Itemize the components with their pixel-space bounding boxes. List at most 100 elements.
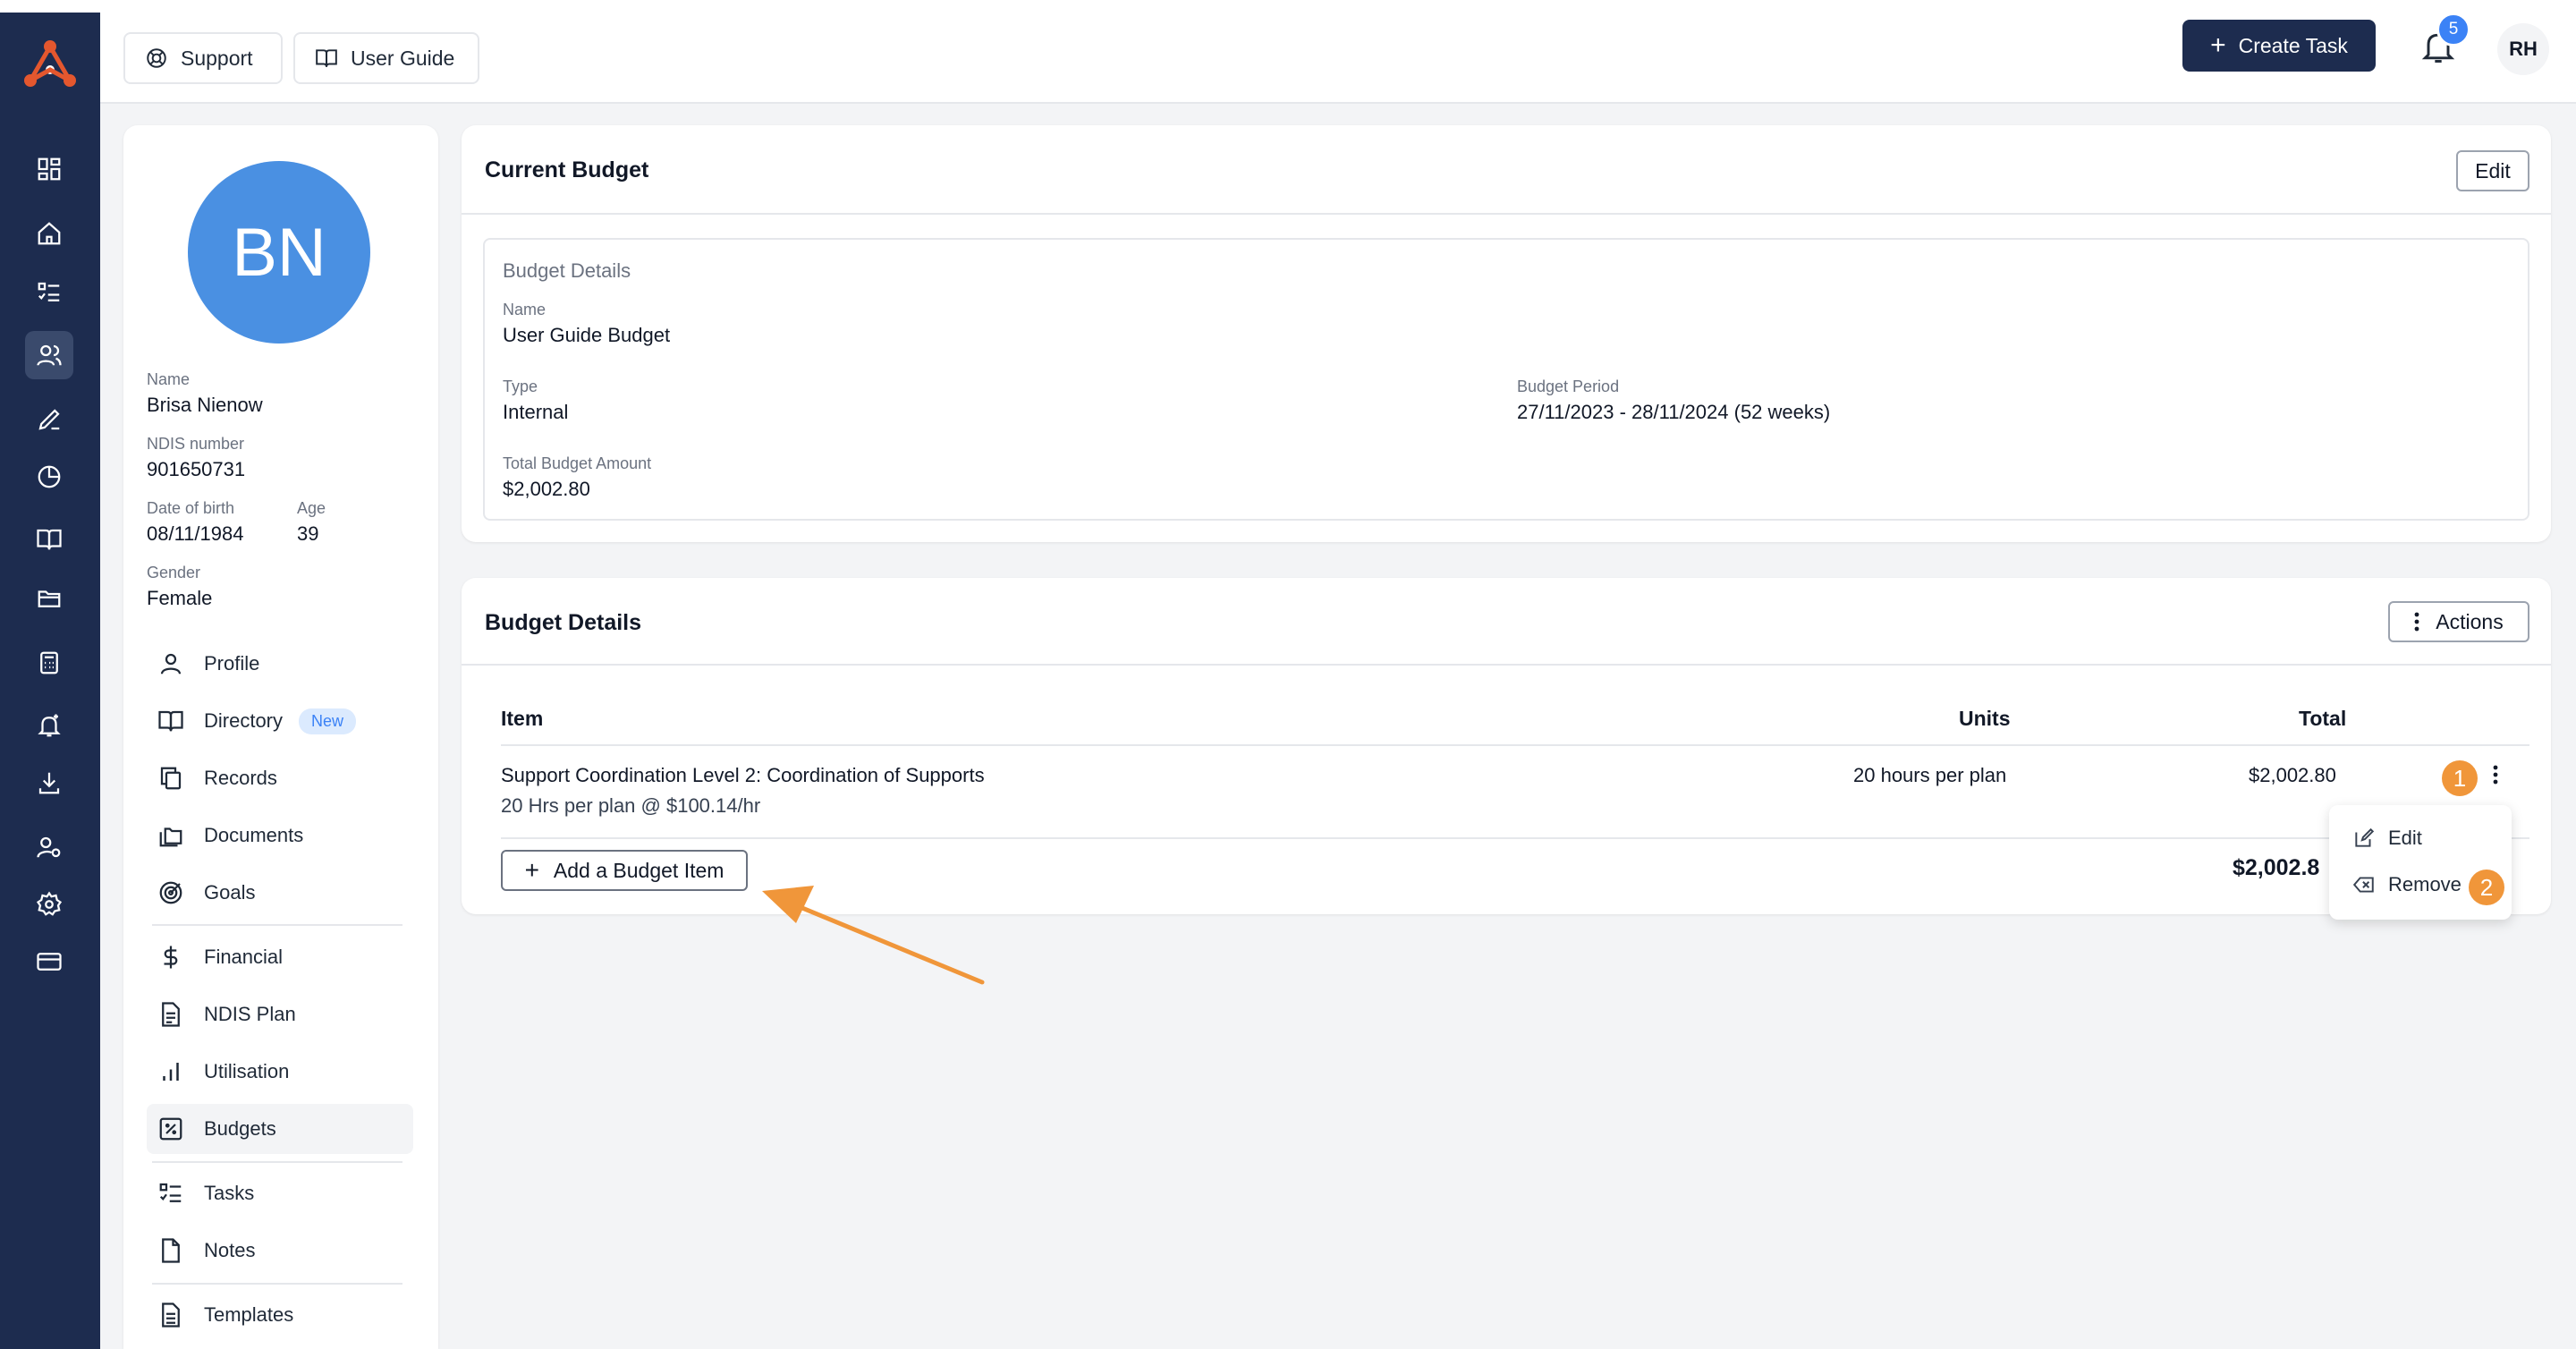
menu-financial[interactable]: Financial bbox=[147, 932, 413, 982]
home-icon bbox=[36, 220, 63, 247]
gender-label: Gender bbox=[147, 564, 201, 581]
participant-avatar: BN bbox=[188, 161, 370, 344]
menu-tasks[interactable]: Tasks bbox=[147, 1168, 413, 1218]
menu-records-label: Records bbox=[204, 767, 277, 789]
signature-icon bbox=[36, 406, 63, 433]
participant-card: BN Name Brisa Nienow NDIS number 9016507… bbox=[123, 125, 438, 1349]
row-menu-button[interactable] bbox=[2487, 764, 2504, 789]
budget-period-label: Budget Period bbox=[1517, 378, 1620, 395]
nav-alerts[interactable] bbox=[25, 701, 73, 750]
dob-label: Date of birth bbox=[147, 499, 235, 517]
user-guide-button[interactable]: User Guide bbox=[293, 32, 479, 84]
menu-budgets[interactable]: Budgets bbox=[147, 1104, 413, 1154]
menu-divider bbox=[152, 1283, 402, 1285]
nav-download[interactable] bbox=[25, 759, 73, 807]
annotation-arrow bbox=[762, 886, 985, 985]
file-text-icon bbox=[157, 1001, 204, 1028]
plus-icon: + bbox=[524, 856, 539, 884]
nav-users[interactable] bbox=[25, 823, 73, 871]
sidebar bbox=[0, 13, 100, 1349]
backspace-icon bbox=[2352, 873, 2388, 896]
edit-budget-button[interactable]: Edit bbox=[2456, 150, 2529, 191]
menu-utilisation[interactable]: Utilisation bbox=[147, 1047, 413, 1097]
menu-ndis-plan-label: NDIS Plan bbox=[204, 1003, 296, 1025]
lifebuoy-icon bbox=[145, 47, 181, 70]
nav-list[interactable] bbox=[25, 268, 73, 317]
create-task-button[interactable]: + Create Task bbox=[2182, 20, 2376, 72]
current-budget-card: Current Budget Edit Budget Details Name … bbox=[462, 125, 2551, 542]
book-icon bbox=[157, 708, 204, 734]
budget-details-box: Budget Details Name User Guide Budget Ty… bbox=[483, 238, 2529, 521]
nav-files[interactable] bbox=[25, 574, 73, 623]
menu-remove-item[interactable]: Remove bbox=[2352, 873, 2462, 896]
column-units: Units bbox=[1959, 707, 2011, 730]
user-avatar[interactable]: RH bbox=[2497, 23, 2549, 75]
support-button[interactable]: Support bbox=[123, 32, 283, 84]
support-label: Support bbox=[181, 46, 253, 70]
nav-signature[interactable] bbox=[25, 395, 73, 444]
menu-tasks-label: Tasks bbox=[204, 1182, 255, 1204]
nav-participants[interactable] bbox=[25, 331, 73, 379]
name-label: Name bbox=[147, 370, 191, 388]
item-name: Support Coordination Level 2: Coordinati… bbox=[501, 764, 985, 786]
column-total: Total bbox=[2299, 707, 2347, 730]
menu-records[interactable]: Records bbox=[147, 753, 413, 803]
user-guide-label: User Guide bbox=[351, 46, 455, 70]
plus-icon: + bbox=[2210, 30, 2226, 60]
step-1-badge: 1 bbox=[2442, 760, 2478, 796]
menu-utilisation-label: Utilisation bbox=[204, 1060, 290, 1082]
pie-chart-icon bbox=[36, 463, 63, 490]
new-badge: New bbox=[299, 708, 357, 734]
download-icon bbox=[36, 769, 63, 796]
menu-notes-label: Notes bbox=[204, 1239, 256, 1261]
menu-edit-label: Edit bbox=[2388, 827, 2422, 849]
nav-dashboard[interactable] bbox=[25, 145, 73, 193]
card-divider bbox=[462, 664, 2551, 666]
table-header-divider bbox=[501, 744, 2529, 746]
item-rate: 20 Hrs per plan @ $100.14/hr bbox=[501, 794, 761, 817]
app-logo[interactable] bbox=[21, 38, 79, 91]
age-value: 39 bbox=[297, 522, 319, 545]
menu-notes[interactable]: Notes bbox=[147, 1226, 413, 1276]
menu-documents[interactable]: Documents bbox=[147, 810, 413, 861]
menu-financial-label: Financial bbox=[204, 946, 284, 968]
menu-edit-item[interactable]: Edit bbox=[2352, 827, 2422, 850]
kebab-icon bbox=[2493, 764, 2498, 789]
step-2-badge: 2 bbox=[2469, 870, 2504, 905]
list-icon bbox=[36, 279, 63, 306]
nav-settings[interactable] bbox=[25, 880, 73, 929]
nav-billing[interactable] bbox=[25, 938, 73, 986]
add-budget-item-button[interactable]: + Add a Budget Item bbox=[501, 850, 748, 891]
menu-profile[interactable]: Profile bbox=[147, 639, 413, 689]
copy-icon bbox=[157, 765, 204, 792]
nav-home[interactable] bbox=[25, 209, 73, 258]
gear-icon bbox=[36, 891, 63, 918]
ndis-label: NDIS number bbox=[147, 435, 245, 453]
item-units: 20 hours per plan bbox=[1853, 764, 2007, 786]
participant-name: Brisa Nienow bbox=[147, 394, 263, 416]
nav-guide[interactable] bbox=[25, 515, 73, 564]
actions-button[interactable]: Actions bbox=[2388, 601, 2529, 642]
budget-name-label: Name bbox=[503, 301, 547, 318]
actions-label: Actions bbox=[2436, 609, 2504, 633]
note-icon bbox=[157, 1237, 204, 1264]
menu-goals[interactable]: Goals bbox=[147, 868, 413, 918]
ndis-number: 901650731 bbox=[147, 458, 246, 480]
nav-calculator[interactable] bbox=[25, 639, 73, 687]
dollar-icon bbox=[157, 944, 204, 971]
bell-plus-icon bbox=[36, 712, 63, 739]
row-divider bbox=[501, 837, 2529, 839]
people-icon bbox=[36, 342, 63, 369]
book-icon bbox=[315, 47, 351, 70]
template-icon bbox=[157, 1302, 204, 1328]
menu-templates-label: Templates bbox=[204, 1303, 294, 1326]
menu-templates[interactable]: Templates bbox=[147, 1290, 413, 1340]
budget-grand-total: $2,002.8 bbox=[2233, 855, 2320, 880]
menu-directory[interactable]: Directory New bbox=[147, 696, 413, 746]
menu-ndis-plan[interactable]: NDIS Plan bbox=[147, 989, 413, 1039]
item-total: $2,002.80 bbox=[2249, 764, 2336, 786]
nav-reports[interactable] bbox=[25, 453, 73, 501]
menu-directory-label: Directory bbox=[204, 709, 284, 732]
gender-value: Female bbox=[147, 587, 213, 609]
budget-details-card: Budget Details Actions Item Units Total … bbox=[462, 578, 2551, 914]
